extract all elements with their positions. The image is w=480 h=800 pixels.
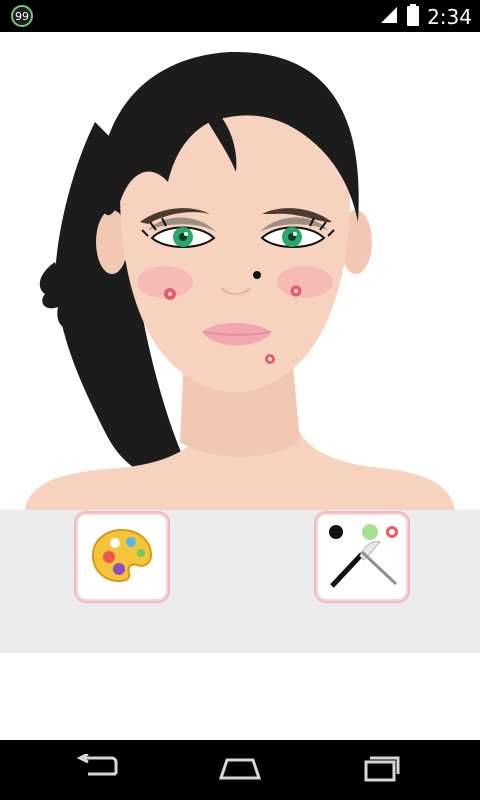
tool-panel — [0, 510, 480, 653]
paint-palette-icon — [91, 527, 153, 587]
makeup-brush-icon — [324, 520, 400, 594]
notification-badge-text: 99 — [15, 10, 29, 23]
recent-apps-icon — [356, 754, 404, 786]
status-bar: 99 2:34 — [0, 0, 480, 32]
back-icon — [76, 752, 124, 786]
brush-button[interactable] — [314, 511, 410, 603]
face-canvas[interactable] — [0, 32, 480, 510]
recent-apps-button[interactable] — [352, 752, 408, 788]
notification-99-icon: 99 — [10, 5, 34, 27]
status-time: 2:34 — [427, 5, 472, 29]
home-button[interactable] — [212, 752, 268, 788]
face-illustration — [25, 51, 455, 510]
mole — [253, 271, 261, 279]
back-button[interactable] — [72, 752, 128, 788]
blank-area — [0, 653, 480, 740]
blush-right — [277, 266, 333, 298]
navigation-bar — [0, 740, 480, 800]
battery-icon — [407, 4, 420, 30]
signal-icon — [379, 5, 399, 29]
home-icon — [215, 756, 265, 784]
palette-button[interactable] — [74, 511, 170, 603]
